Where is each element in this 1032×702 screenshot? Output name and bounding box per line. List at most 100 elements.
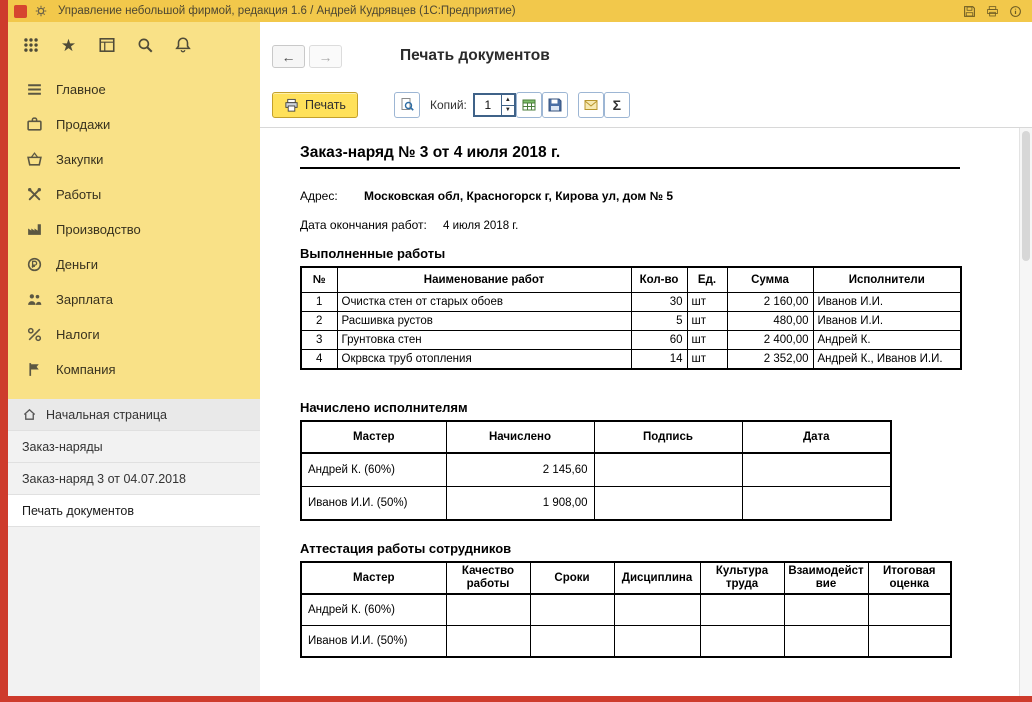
- sections-panel-icon[interactable]: [94, 33, 119, 58]
- copies-increment-button[interactable]: ▲: [501, 95, 514, 105]
- printer-icon: [284, 98, 299, 113]
- end-date-value: 4 июля 2018 г.: [443, 220, 519, 232]
- arrow-up-icon: ▲: [504, 96, 511, 103]
- sidebar-item-label: Продажи: [56, 117, 111, 132]
- sidebar-item-company[interactable]: Компания: [8, 352, 260, 387]
- sidebar-item-taxes[interactable]: Налоги: [8, 317, 260, 352]
- sidebar: ★ Главное Продажи Закупки Работы Производств…: [8, 22, 260, 696]
- table-row: Андрей К. (60%): [300, 593, 952, 626]
- nav-item-order-3[interactable]: Заказ-наряд 3 от 04.07.2018: [8, 463, 260, 495]
- main-area: ← → Печать документов Печать Копий: ▲: [260, 22, 1032, 696]
- sidebar-item-works[interactable]: Работы: [8, 177, 260, 212]
- nav-item-orders[interactable]: Заказ-наряды: [8, 431, 260, 463]
- table-cell: шт: [686, 330, 728, 350]
- titlebar-print-icon[interactable]: [984, 3, 1001, 20]
- search-icon[interactable]: [132, 33, 157, 58]
- nav-item-print-doc[interactable]: Печать документов: [8, 495, 260, 527]
- table-cell: шт: [686, 311, 728, 331]
- nav-item-label: Печать документов: [22, 503, 135, 518]
- notifications-bell-icon[interactable]: [170, 33, 195, 58]
- table-settings-button[interactable]: [515, 92, 542, 118]
- email-icon: [583, 97, 599, 113]
- sidebar-item-label: Компания: [56, 362, 116, 377]
- vertical-scrollbar[interactable]: [1019, 128, 1032, 696]
- copies-input[interactable]: [474, 95, 501, 115]
- sum-button[interactable]: Σ: [603, 92, 630, 118]
- sidebar-item-label: Налоги: [56, 327, 100, 342]
- table-header-row: Мастер Начислено Подпись Дата: [300, 420, 892, 454]
- app-logo-icon: [14, 4, 27, 18]
- sidebar-item-purchases[interactable]: Закупки: [8, 142, 260, 177]
- sidebar-item-money[interactable]: Деньги: [8, 247, 260, 282]
- table-cell: шт: [686, 349, 728, 370]
- save-button[interactable]: [541, 92, 568, 118]
- sidebar-item-production[interactable]: Производство: [8, 212, 260, 247]
- table-cell: Расшивка рустов: [336, 311, 632, 331]
- column-header: Исполнители: [812, 266, 962, 293]
- column-header: Дата: [741, 420, 892, 454]
- sidebar-item-sales[interactable]: Продажи: [8, 107, 260, 142]
- factory-icon: [25, 221, 43, 239]
- sidebar-item-main[interactable]: Главное: [8, 72, 260, 107]
- table-cell: Иванов И.И.: [812, 311, 962, 331]
- table-cell: [867, 625, 952, 658]
- table-cell: 2 145,60: [445, 452, 595, 487]
- table-cell: 2: [300, 311, 338, 331]
- address-value: Московская обл, Красногорск г, Кирова ул…: [364, 189, 674, 203]
- table-cell: Андрей К., Иванов И.И.: [812, 349, 962, 370]
- table-cell: 3: [300, 330, 338, 350]
- basket-icon: [25, 151, 43, 169]
- system-menu-icon[interactable]: [33, 4, 48, 19]
- table-cell: 1: [300, 292, 338, 312]
- briefcase-icon: [25, 116, 43, 134]
- table-cell: [783, 625, 869, 658]
- table-cell: 14: [630, 349, 688, 370]
- table-cell: [529, 625, 615, 658]
- titlebar: Управление небольшой фирмой, редакция 1.…: [8, 0, 1032, 22]
- coin-icon: [25, 256, 43, 274]
- copies-label: Копий:: [429, 98, 467, 112]
- preview-button[interactable]: [393, 92, 420, 118]
- back-arrow-icon: ←: [281, 48, 296, 65]
- end-date-label: Дата окончания работ:: [300, 218, 427, 232]
- percent-icon: [25, 326, 43, 344]
- titlebar-save-icon[interactable]: [961, 3, 978, 20]
- column-header: Дисциплина: [613, 561, 701, 595]
- sidebar-item-salary[interactable]: Зарплата: [8, 282, 260, 317]
- table-row: 1 Очистка стен от старых обоев 30 шт 2 160,0…: [300, 292, 962, 312]
- sidebar-item-label: Закупки: [56, 152, 104, 167]
- toolbar: Печать Копий: ▲ ▼: [260, 88, 1032, 122]
- table-cell: 30: [630, 292, 688, 312]
- table-cell: [593, 452, 743, 487]
- table-cell: 2 400,00: [726, 330, 814, 350]
- end-date-row: Дата окончания работ: 4 июля 2018 г.: [300, 218, 1019, 232]
- scrollbar-thumb[interactable]: [1022, 131, 1030, 261]
- favorites-star-icon[interactable]: ★: [56, 33, 81, 58]
- table-row: 4 Окрвска труб отопления 14 шт 2 352,00 Андре…: [300, 349, 962, 370]
- email-button[interactable]: [577, 92, 604, 118]
- table-cell: шт: [686, 292, 728, 312]
- table-header-row: Мастер Качество работы Сроки Дисциплина Куль…: [300, 561, 952, 595]
- titlebar-info-icon[interactable]: [1007, 3, 1024, 20]
- column-header: Взаимодействие: [783, 561, 869, 595]
- table-cell: [613, 593, 701, 626]
- home-icon: [22, 407, 38, 423]
- column-header: Кол-во: [630, 266, 688, 293]
- copies-decrement-button[interactable]: ▼: [501, 104, 514, 115]
- nav-item-label: Заказ-наряды: [22, 439, 103, 454]
- table-cell: [445, 625, 531, 658]
- apps-grid-icon[interactable]: [18, 33, 43, 58]
- column-header: Наименование работ: [336, 266, 632, 293]
- table-row: 2 Расшивка рустов 5 шт 480,00 Иванов И.И.: [300, 311, 962, 331]
- column-header: Начислено: [445, 420, 595, 454]
- back-button[interactable]: ←: [272, 45, 305, 68]
- window-edge-bottom: [0, 696, 1032, 702]
- table-header-row: № Наименование работ Кол-во Ед. Сумма Исполни…: [300, 266, 962, 293]
- print-button[interactable]: Печать: [272, 92, 358, 118]
- table-settings-icon: [521, 97, 537, 113]
- table-cell: [529, 593, 615, 626]
- menu-icon: [25, 81, 43, 99]
- nav-item-home[interactable]: Начальная страница: [8, 399, 260, 431]
- forward-button[interactable]: →: [309, 45, 342, 68]
- sigma-icon: Σ: [612, 97, 622, 113]
